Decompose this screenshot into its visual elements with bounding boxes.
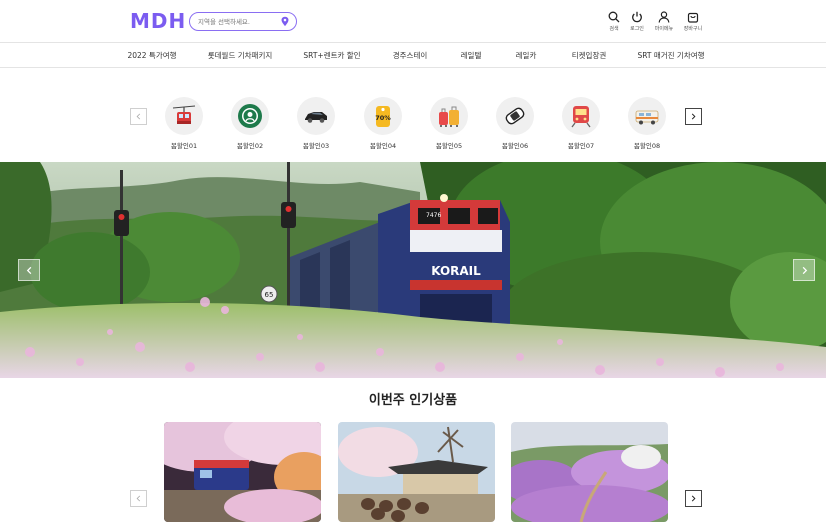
cherry-blossom-train-image (164, 422, 321, 522)
category-label: 봄할인06 (501, 142, 529, 150)
login-util[interactable]: 로그인 (624, 11, 650, 32)
discount-tag-text: 70% (375, 114, 391, 122)
category-item[interactable]: 봄할인03 (296, 97, 336, 150)
mymenu-util-label: 마이메뉴 (654, 26, 674, 32)
chevron-left-icon (136, 113, 141, 120)
chevron-right-icon (802, 266, 807, 274)
product-card[interactable] (164, 422, 321, 522)
chevron-right-icon (691, 495, 696, 502)
popular-prev-button[interactable] (130, 490, 147, 507)
category-item[interactable]: 봄할인01 (164, 97, 204, 150)
main-nav: 2022 특가여행 롯데월드 기차패키지 SRT+렌트카 할인 경주스테이 레일… (0, 42, 826, 68)
chevron-left-icon (136, 495, 141, 502)
region-search-input[interactable] (198, 15, 278, 28)
chevron-right-icon (691, 113, 696, 120)
nav-item-railtel[interactable]: 레일텔 (461, 50, 482, 61)
popular-next-button[interactable] (685, 490, 702, 507)
category-item[interactable]: 봄할인02 (230, 97, 270, 150)
nav-item-gyeongju[interactable]: 경주스테이 (393, 50, 428, 61)
category-label: 봄할인08 (633, 142, 661, 150)
category-item[interactable]: 봄할인08 (627, 97, 667, 150)
azalea-hill-image (511, 422, 668, 522)
nav-item-srt-magazine[interactable]: SRT 매거진 기차여행 (637, 50, 704, 61)
coffee-logo-icon (238, 104, 262, 128)
product-card[interactable] (511, 422, 668, 522)
region-search[interactable] (189, 12, 297, 31)
sports-car-icon (305, 112, 327, 123)
nav-item-lotteworld[interactable]: 롯데월드 기차패키지 (208, 50, 272, 61)
category-label: 봄할인05 (435, 142, 463, 150)
category-item[interactable]: 봄할인05 (429, 97, 469, 150)
category-prev-button[interactable] (130, 108, 147, 125)
luggage-icon (439, 106, 459, 127)
search-icon (608, 11, 620, 23)
cart-icon (687, 12, 699, 23)
cart-util[interactable]: 장바구니 (680, 11, 706, 32)
hanok-village-image (338, 422, 495, 522)
banner-next-button[interactable] (793, 259, 815, 281)
category-label: 봄할인02 (236, 142, 264, 150)
nav-item-srt-rentcar[interactable]: SRT+렌트카 할인 (303, 50, 360, 61)
product-card[interactable] (338, 422, 495, 522)
category-item[interactable]: 70% 봄할인04 (363, 97, 403, 150)
banner-prev-button[interactable] (18, 259, 40, 281)
popular-section-title: 이번주 인기상품 (368, 393, 458, 408)
category-next-button[interactable] (685, 108, 702, 125)
car-icon (505, 107, 525, 125)
category-label: 봄할인04 (369, 142, 397, 150)
locomotive-number: 7476 (426, 212, 441, 219)
hero-banner[interactable]: 65 7476 KORAIL (0, 162, 826, 378)
train-landscape-image: 65 7476 KORAIL (0, 162, 826, 378)
track-sign-number: 65 (265, 291, 274, 299)
nav-item-special[interactable]: 2022 특가여행 (127, 50, 176, 61)
user-icon (658, 11, 670, 23)
category-label: 봄할인03 (302, 142, 330, 150)
camper-van-icon (635, 110, 659, 125)
train-icon (571, 106, 591, 128)
category-label: 봄할인01 (170, 142, 198, 150)
category-label: 봄할인07 (567, 142, 595, 150)
nav-item-tickets[interactable]: 티켓입장권 (572, 50, 607, 61)
mymenu-util[interactable]: 마이메뉴 (651, 11, 677, 32)
cable-car-icon (172, 105, 196, 124)
category-item[interactable]: 봄할인07 (561, 97, 601, 150)
logo[interactable]: MDH (130, 9, 186, 33)
nav-item-railcar[interactable]: 레일카 (516, 50, 537, 61)
chevron-left-icon (26, 266, 31, 274)
header: MDH 검색 로그인 마이메뉴 장바구니 (0, 0, 826, 42)
korail-logo: KORAIL (431, 264, 481, 278)
location-pin-icon[interactable] (280, 16, 290, 27)
category-item[interactable]: 봄할인06 (495, 97, 535, 150)
cart-util-label: 장바구니 (683, 26, 703, 32)
login-util-label: 로그인 (630, 26, 644, 32)
discount-tag-icon: 70% (375, 106, 391, 127)
power-icon (632, 11, 642, 23)
